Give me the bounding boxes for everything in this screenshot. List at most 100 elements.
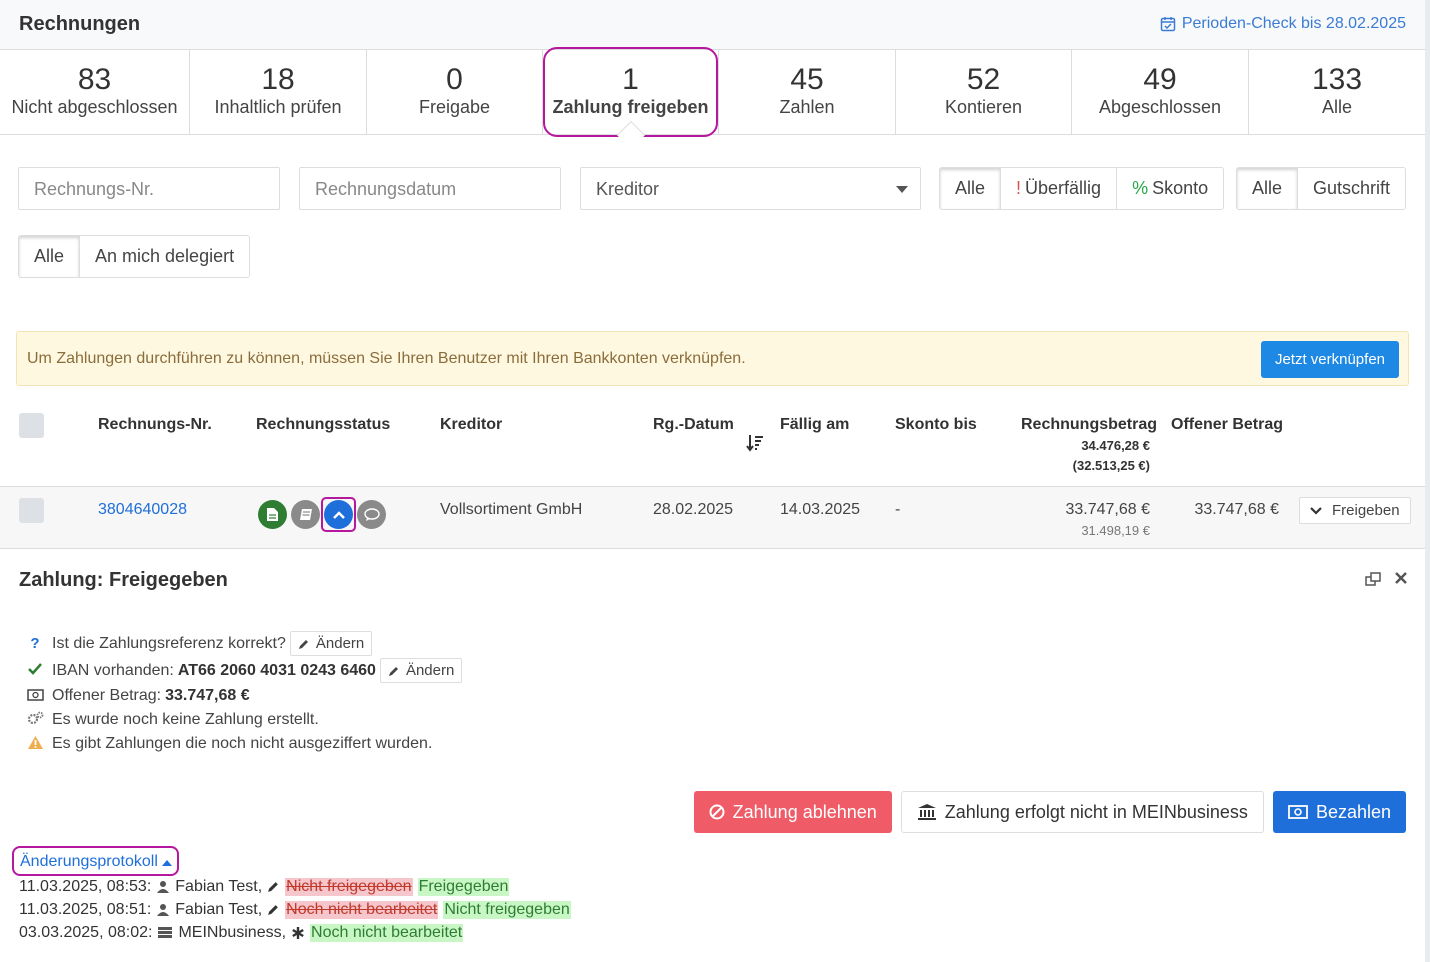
- row-checkbox[interactable]: [19, 498, 44, 523]
- due-filter-overdue[interactable]: ! Überfällig: [1001, 168, 1118, 209]
- list-item: 11.03.2025, 08:53: Fabian Test, Nicht fr…: [19, 875, 571, 898]
- page-scrollbar[interactable]: [1425, 0, 1430, 962]
- tab-nicht-abgeschlossen[interactable]: 83 Nicht abgeschlossen: [0, 50, 190, 134]
- status-icons: [258, 497, 386, 532]
- invoice-date: 28.02.2025: [653, 501, 734, 518]
- delegation-filter-group: Alle An mich delegiert: [18, 235, 251, 278]
- money-icon: [1288, 805, 1308, 819]
- sort-desc-icon[interactable]: [746, 434, 764, 452]
- delegation-filter-delegated[interactable]: An mich delegiert: [80, 236, 250, 277]
- external-payment-button[interactable]: Zahlung erfolgt nicht in MEINbusiness: [900, 791, 1264, 833]
- pay-button[interactable]: Bezahlen: [1272, 791, 1406, 833]
- log-old-value: Noch nicht bearbeitet: [285, 900, 439, 919]
- tab-count: 0: [446, 63, 463, 96]
- payment-actions: Zahlung ablehnen Zahlung erfolgt nicht i…: [693, 791, 1406, 833]
- tab-count: 18: [261, 63, 295, 96]
- overdue-icon: !: [1016, 178, 1022, 198]
- list-item: 03.03.2025, 08:02: MEINbusiness, Noch ni…: [19, 921, 571, 944]
- ban-icon: [709, 804, 725, 820]
- book-status-icon[interactable]: [291, 500, 320, 529]
- check-text: Es wurde noch keine Zahlung erstellt.: [52, 711, 319, 728]
- tab-count: 52: [966, 63, 1001, 96]
- tab-kontieren[interactable]: 52 Kontieren: [896, 50, 1072, 134]
- comment-status-icon[interactable]: [357, 500, 386, 529]
- check-no-payment: Es wurde noch keine Zahlung erstellt.: [25, 708, 462, 732]
- asterisk-icon: [292, 926, 304, 939]
- tab-abgeschlossen[interactable]: 49 Abgeschlossen: [1072, 50, 1249, 134]
- due-filter-discount-label: Skonto: [1152, 178, 1209, 198]
- col-open-amount[interactable]: Offener Betrag: [1171, 416, 1283, 434]
- tab-alle[interactable]: 133 Alle: [1249, 50, 1425, 134]
- caret-up-icon: [162, 860, 173, 866]
- log-time: 03.03.2025, 08:02:: [19, 923, 153, 941]
- edit-reference-button[interactable]: Ändern: [289, 631, 373, 656]
- panel-controls: [1365, 572, 1407, 586]
- tab-zahlung-freigeben[interactable]: 1 Zahlung freigeben: [543, 47, 719, 150]
- warning-icon: [25, 735, 45, 754]
- caret-down-icon: [896, 186, 908, 193]
- select-all-checkbox[interactable]: [19, 413, 44, 438]
- tab-freigabe[interactable]: 0 Freigabe: [367, 50, 543, 134]
- col-creditor[interactable]: Kreditor: [440, 416, 502, 434]
- col-amount[interactable]: Rechnungsbetrag: [1021, 416, 1157, 434]
- check-text: IBAN vorhanden:: [52, 661, 174, 679]
- release-dropdown-button[interactable]: Freigeben: [1299, 497, 1411, 524]
- close-icon[interactable]: [1395, 572, 1407, 584]
- chevron-up-status-icon[interactable]: [324, 500, 353, 529]
- log-user: Fabian Test,: [175, 877, 263, 895]
- pencil-icon: [268, 882, 278, 892]
- question-icon: ?: [30, 635, 40, 652]
- popout-icon[interactable]: [1365, 572, 1381, 586]
- user-icon: [157, 903, 170, 916]
- pencil-icon: [298, 639, 308, 649]
- tab-count: 83: [77, 63, 112, 96]
- tab-inhaltlich-pruefen[interactable]: 18 Inhaltlich prüfen: [190, 50, 367, 134]
- col-status[interactable]: Rechnungsstatus: [256, 416, 390, 434]
- type-filter-all[interactable]: Alle: [1237, 168, 1299, 209]
- payment-status-highlight: [321, 497, 356, 532]
- payment-checks: ? Ist die Zahlungsreferenz korrekt? Ände…: [25, 630, 463, 756]
- money-icon: [25, 688, 45, 705]
- edit-iban-button[interactable]: Ändern: [379, 658, 463, 683]
- log-new-value: Freigegeben: [417, 877, 510, 896]
- invoice-date-input[interactable]: Rechnungsdatum: [299, 167, 561, 210]
- check-iban: IBAN vorhanden: AT66 2060 4031 0243 6460…: [25, 657, 463, 684]
- tab-label: Kontieren: [944, 97, 1023, 117]
- check-unmatched-payments: Es gibt Zahlungen die noch nicht ausgezi…: [25, 732, 462, 756]
- tab-count: 45: [790, 63, 824, 96]
- invoice-number-link[interactable]: 3804640028: [98, 501, 187, 519]
- creditor-name: Vollsortiment GmbH: [440, 501, 583, 518]
- check-icon: [25, 662, 45, 679]
- col-invoice-date[interactable]: Rg.-Datum: [653, 416, 734, 434]
- log-old-value: Nicht freigegeben: [285, 877, 413, 896]
- col-discount-until[interactable]: Skonto bis: [895, 416, 977, 434]
- invoice-number-input[interactable]: Rechnungs-Nr.: [18, 167, 280, 210]
- log-user: Fabian Test,: [175, 900, 263, 918]
- pencil-icon: [268, 905, 278, 915]
- document-status-icon[interactable]: [258, 500, 287, 529]
- tab-label: Zahlen: [779, 97, 835, 117]
- period-check-link[interactable]: Perioden-Check bis 28.02.2025: [1160, 15, 1406, 33]
- link-now-button[interactable]: Jetzt verknüpfen: [1260, 341, 1399, 378]
- col-invoice-no[interactable]: Rechnungs-Nr.: [98, 416, 212, 434]
- user-icon: [157, 880, 170, 893]
- due-date: 14.03.2025: [780, 501, 861, 518]
- server-icon: [158, 927, 173, 938]
- delegation-filter-all[interactable]: Alle: [19, 236, 81, 277]
- reject-payment-button[interactable]: Zahlung ablehnen: [693, 791, 892, 833]
- tab-zahlen[interactable]: 45 Zahlen: [719, 50, 896, 134]
- due-filter-overdue-label: Überfällig: [1025, 178, 1102, 198]
- col-due[interactable]: Fällig am: [780, 416, 849, 434]
- type-filter-credit[interactable]: Gutschrift: [1298, 168, 1406, 209]
- log-time: 11.03.2025, 08:53:: [19, 877, 152, 895]
- creditor-select[interactable]: Kreditor: [580, 167, 921, 210]
- bank-link-alert: Um Zahlungen durchführen zu können, müss…: [16, 331, 1409, 386]
- changelog-toggle[interactable]: Änderungsprotokoll: [12, 846, 180, 876]
- type-filter-group: Alle Gutschrift: [1236, 167, 1407, 210]
- tab-label: Abgeschlossen: [1098, 97, 1222, 117]
- due-filter-all[interactable]: Alle: [940, 168, 1002, 209]
- due-filter-discount[interactable]: % Skonto: [1117, 168, 1224, 209]
- tab-label: Nicht abgeschlossen: [11, 97, 178, 117]
- bank-icon: [917, 804, 936, 820]
- table-row[interactable]: 3804640028 Vollsortiment GmbH 28.02.2025…: [0, 486, 1425, 549]
